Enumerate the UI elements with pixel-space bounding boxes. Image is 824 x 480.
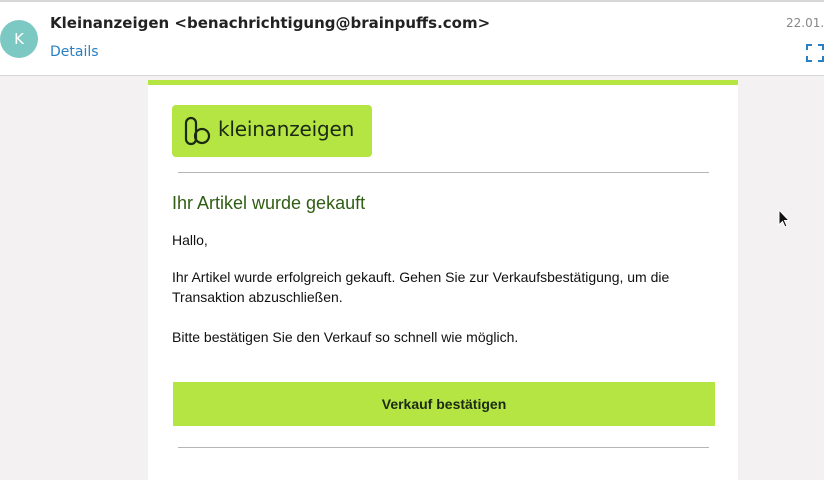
confirm-sale-button[interactable]: Verkauf bestätigen <box>173 382 715 426</box>
email-heading: Ihr Artikel wurde gekauft <box>172 193 366 213</box>
avatar-letter: K <box>14 30 24 48</box>
email-body: kleinanzeigen Ihr Artikel wurde gekauft … <box>148 80 738 480</box>
greeting-text: Hallo, <box>172 232 208 248</box>
message-date: 22.01.2 <box>786 16 824 30</box>
sender-address: Kleinanzeigen <benachrichtigung@brainpuf… <box>50 14 491 32</box>
sender-avatar: K <box>0 20 38 58</box>
body-paragraph-1-line-1: Ihr Artikel wurde erfolgreich gekauft. G… <box>172 269 670 285</box>
body-paragraph-1-line-2: Transaktion abzuschließen. <box>172 289 343 305</box>
details-link[interactable]: Details <box>50 44 99 60</box>
divider-bottom <box>178 447 709 448</box>
mouse-cursor-icon <box>778 209 790 228</box>
expand-icon[interactable] <box>806 44 824 62</box>
kleinanzeigen-logo[interactable]: kleinanzeigen <box>172 105 372 157</box>
logo-text: kleinanzeigen <box>218 117 355 141</box>
kleinanzeigen-logo-icon <box>184 116 211 146</box>
divider-top <box>178 172 709 173</box>
body-paragraph-1: Ihr Artikel wurde erfolgreich gekauft. G… <box>172 267 712 307</box>
body-paragraph-2: Bitte bestätigen Sie den Verkauf so schn… <box>172 329 519 345</box>
message-header: K Kleinanzeigen <benachrichtigung@brainp… <box>0 0 824 76</box>
